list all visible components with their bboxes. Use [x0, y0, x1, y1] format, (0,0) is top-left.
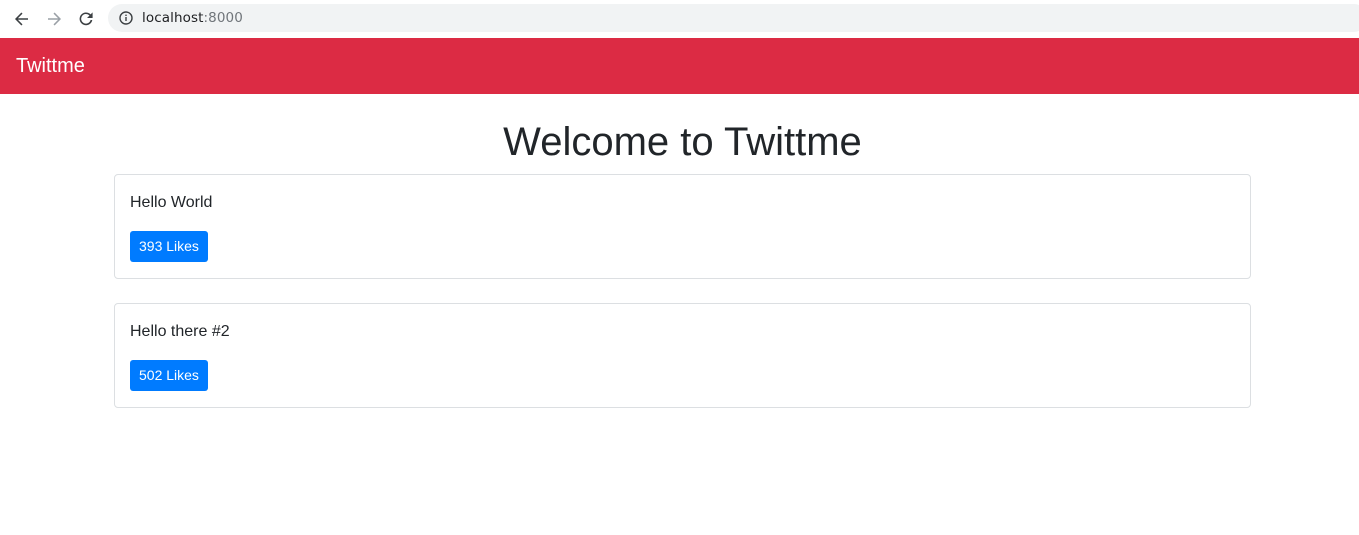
page-title: Welcome to Twittme — [503, 120, 862, 164]
info-icon[interactable] — [118, 10, 134, 26]
address-bar[interactable]: localhost:8000 — [108, 4, 1359, 32]
url-host: localhost — [142, 10, 204, 26]
reload-button[interactable] — [74, 7, 98, 31]
like-button[interactable]: 502 Likes — [130, 360, 208, 391]
arrow-left-icon — [15, 12, 28, 26]
url-text: localhost:8000 — [142, 10, 243, 26]
arrow-right-icon — [48, 12, 61, 26]
like-button[interactable]: 393 Likes — [130, 231, 208, 262]
navbar-brand[interactable]: Twittme — [16, 55, 85, 78]
app-navbar: Twittme — [0, 38, 1359, 94]
back-button[interactable] — [10, 7, 34, 31]
main-container: Welcome to Twittme Hello World 393 Likes… — [114, 94, 1251, 432]
browser-toolbar: localhost:8000 — [0, 0, 1359, 38]
url-port: :8000 — [203, 10, 243, 26]
forward-button[interactable] — [42, 7, 66, 31]
tweet-card: Hello there #2 502 Likes — [114, 303, 1251, 408]
tweet-card: Hello World 393 Likes — [114, 174, 1251, 279]
tweet-text: Hello World — [130, 194, 213, 211]
tweet-text: Hello there #2 — [130, 323, 230, 340]
reload-icon — [79, 12, 93, 26]
